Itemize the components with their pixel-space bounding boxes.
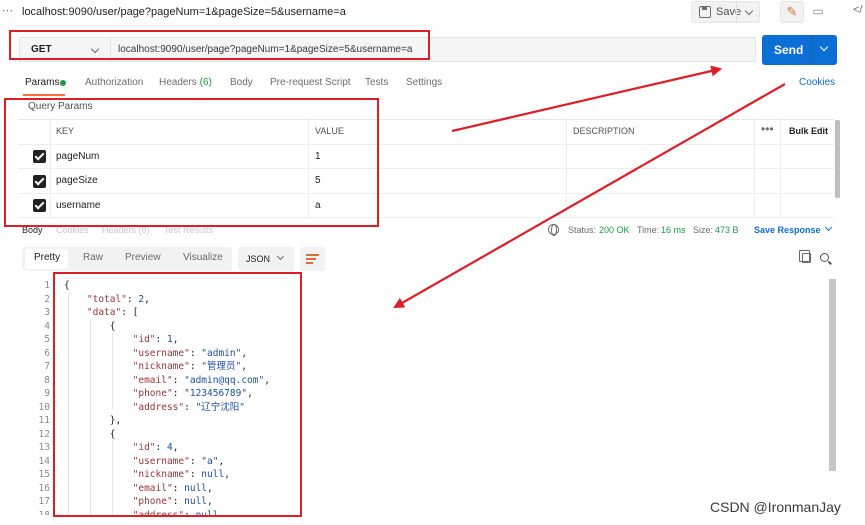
arrow-to-send xyxy=(451,65,723,133)
arrow-to-response xyxy=(393,83,786,309)
watermark: CSDN @IronmanJay xyxy=(710,499,841,515)
annotation-arrows xyxy=(393,65,786,309)
